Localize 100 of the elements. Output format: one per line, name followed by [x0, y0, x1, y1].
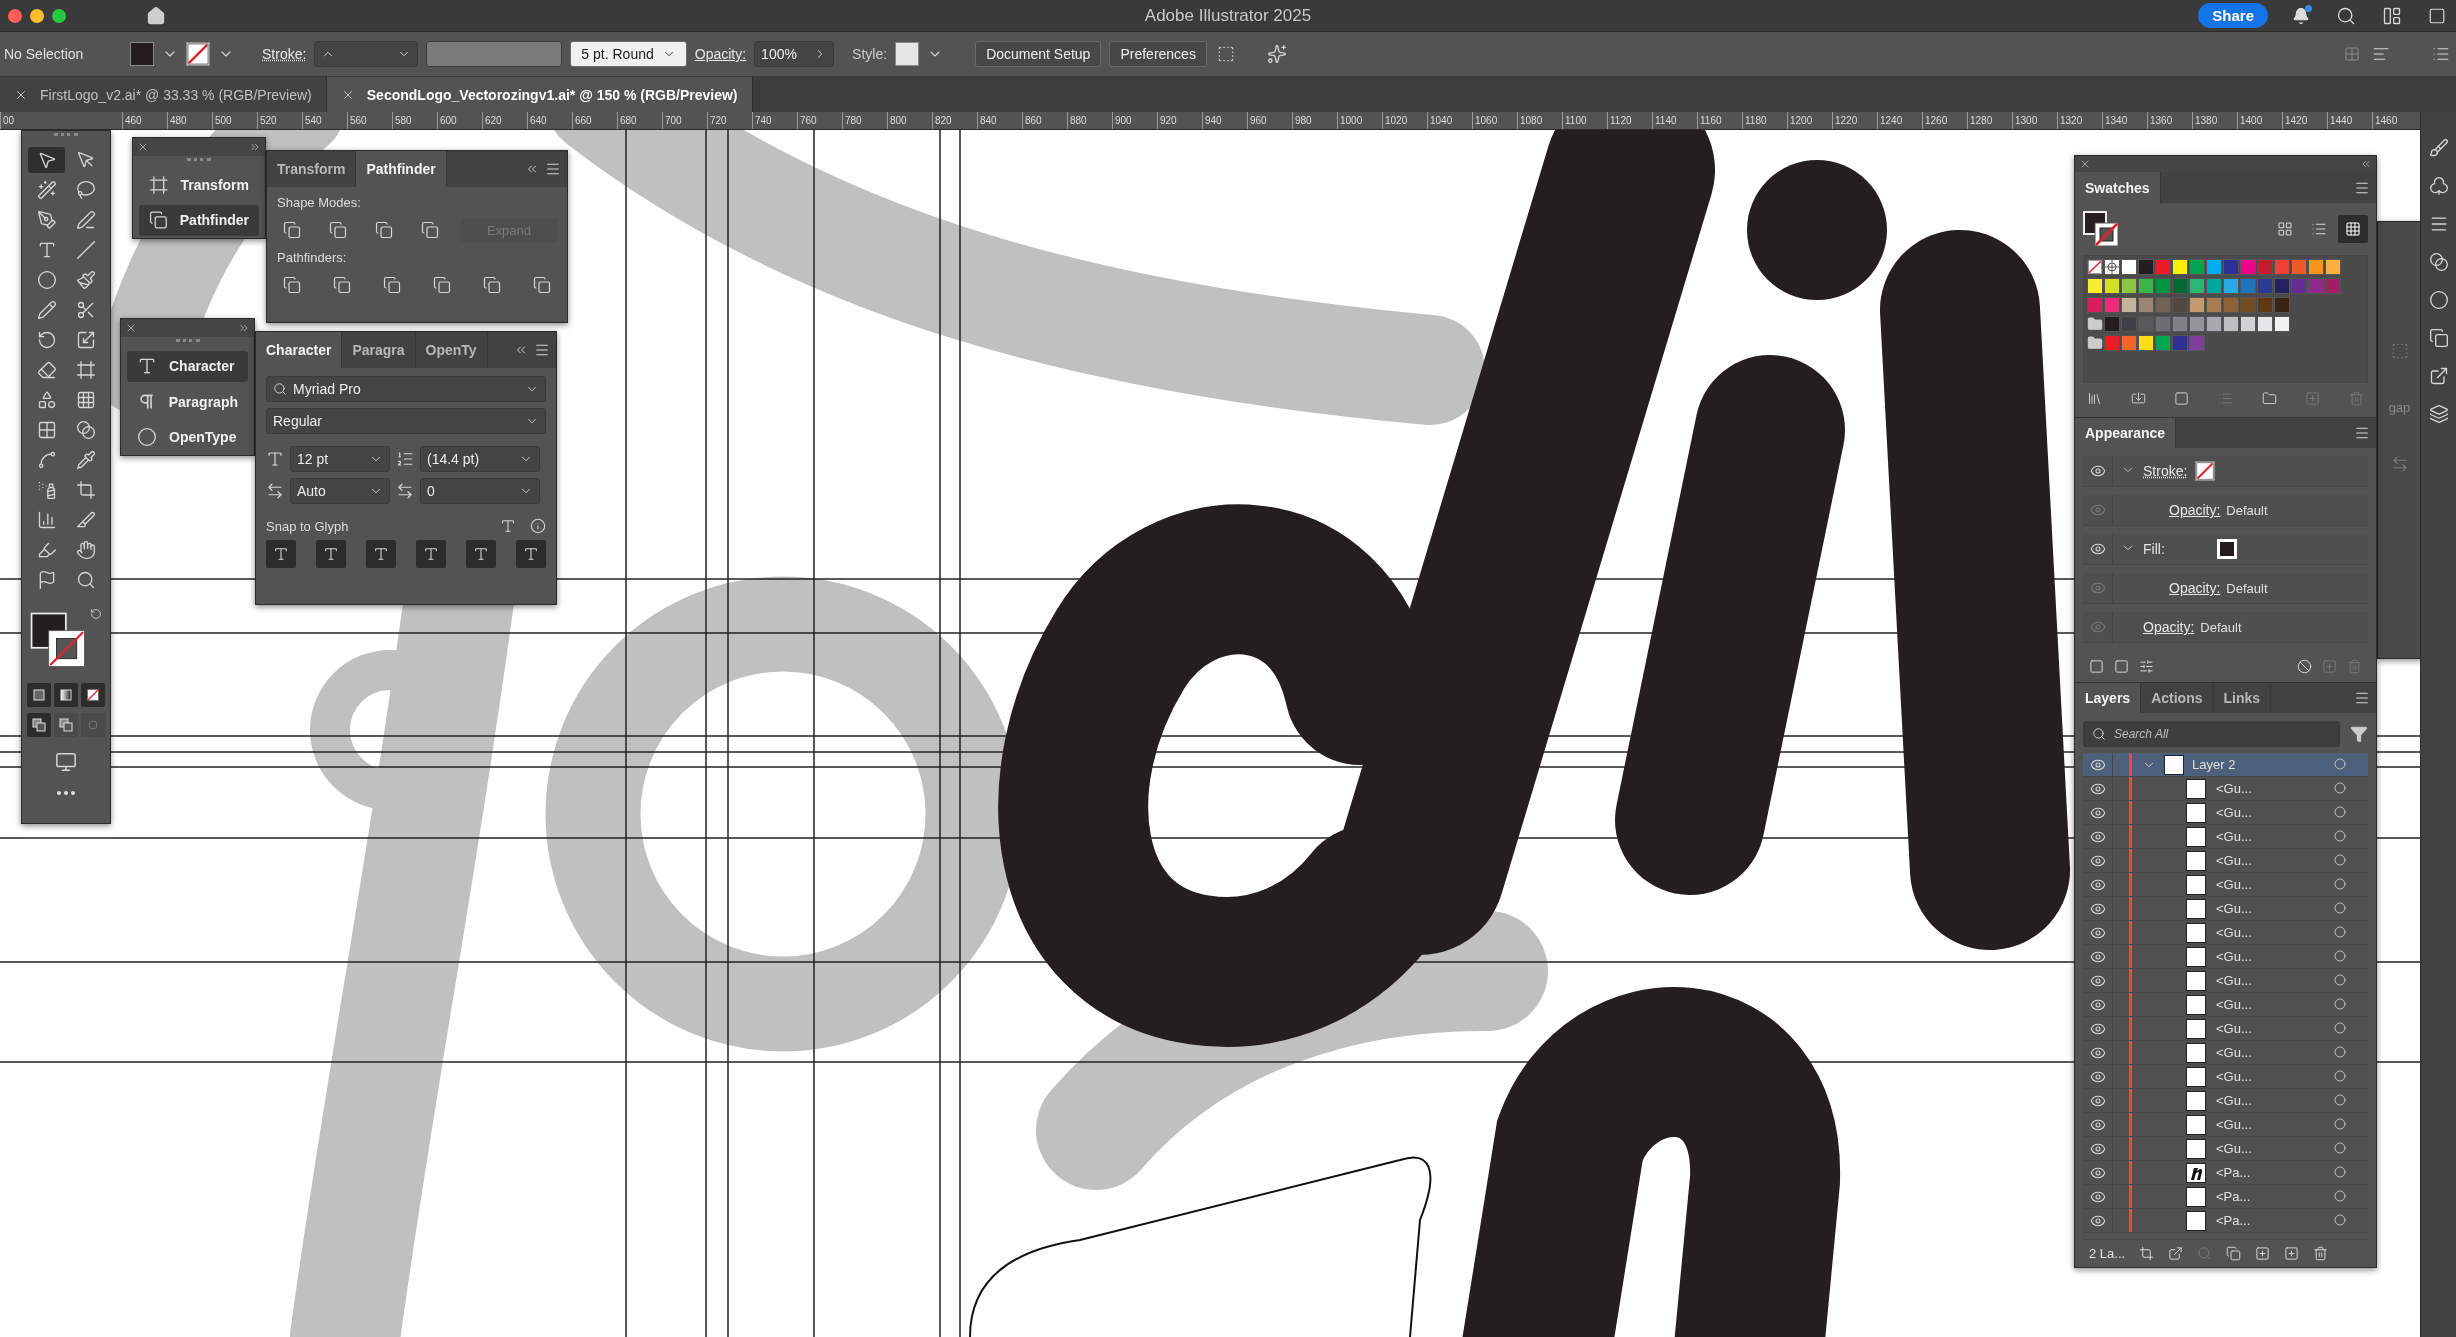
- selection-status: No Selection: [4, 46, 85, 62]
- tracking-field[interactable]: 0: [420, 478, 540, 504]
- ruler-label: 460: [122, 112, 167, 129]
- panel-dock-item[interactable]: Paragraph: [127, 386, 248, 418]
- layer-item-row[interactable]: <Gu...: [2083, 1137, 2368, 1161]
- toolbar-button[interactable]: Preferences: [1109, 41, 1207, 67]
- layer-item-row[interactable]: <Gu...: [2083, 921, 2368, 945]
- ruler-label: 1080: [1517, 112, 1562, 129]
- kerning-field[interactable]: Auto: [290, 478, 390, 504]
- ruler-label: 480: [167, 112, 212, 129]
- opacity-label[interactable]: Opacity:: [694, 46, 747, 62]
- layer-count: 2 La...: [2089, 1246, 2126, 1261]
- document-tab[interactable]: FirstLogo_v2.ai* @ 33.33 % (RGB/Preview): [0, 77, 327, 112]
- opacity-label[interactable]: Opacity:: [2143, 619, 2195, 636]
- layer-name: Layer 2: [2192, 757, 2236, 772]
- stroke-label[interactable]: Stroke:: [262, 46, 307, 62]
- layer-item-row[interactable]: <Gu...: [2083, 969, 2368, 993]
- document-tab-label: SecondLogo_Vectorozingv1.ai* @ 150 % (RGB/Preview): [366, 86, 738, 103]
- layer-item-name: <Pa...: [2216, 1165, 2251, 1180]
- ruler-label: 900: [1112, 112, 1157, 129]
- layer-item-name: <Gu...: [2216, 973, 2252, 988]
- ruler-label: 1300: [2012, 112, 2057, 129]
- leading-field[interactable]: (14.4 pt): [420, 446, 540, 472]
- panel-dock-item[interactable]: Pathfinder: [139, 204, 259, 236]
- layer-item-row[interactable]: <Gu...: [2083, 1113, 2368, 1137]
- ruler-label: 940: [1202, 112, 1247, 129]
- layer-item-name: <Gu...: [2216, 1141, 2252, 1156]
- opacity-label[interactable]: Opacity:: [2169, 502, 2221, 519]
- ruler-label: 1200: [1787, 112, 1832, 129]
- panel-tab[interactable]: Pathfinder: [356, 151, 447, 187]
- layer-item-row[interactable]: <Pa...: [2083, 1161, 2368, 1185]
- search-input[interactable]: Search All: [2112, 726, 2331, 742]
- ruler-label: 1100: [1562, 112, 1607, 129]
- layer-item-row[interactable]: <Gu...: [2083, 1089, 2368, 1113]
- share-button[interactable]: Share: [2198, 3, 2268, 28]
- layer-item-row[interactable]: <Gu...: [2083, 825, 2368, 849]
- opacity-field[interactable]: 100%: [754, 41, 835, 67]
- layer-item-row[interactable]: <Gu...: [2083, 777, 2368, 801]
- panel-title[interactable]: Swatches: [2075, 172, 2161, 204]
- ruler-label: 600: [437, 112, 482, 129]
- ruler-label: 00: [0, 112, 122, 129]
- ruler-label: 1060: [1472, 112, 1517, 129]
- ruler-label: 660: [572, 112, 617, 129]
- ruler-label: 580: [392, 112, 437, 129]
- layer-item-row[interactable]: <Gu...: [2083, 993, 2368, 1017]
- layer-item-row[interactable]: <Gu...: [2083, 897, 2368, 921]
- font-style-field[interactable]: Regular: [266, 408, 546, 434]
- ruler-label: 500: [212, 112, 257, 129]
- ruler-label: 880: [1067, 112, 1112, 129]
- panel-dock-item[interactable]: OpenType: [127, 421, 248, 454]
- search-field[interactable]: Search All: [2083, 721, 2340, 747]
- ruler-label: 1320: [2057, 112, 2102, 129]
- ruler-label: 1140: [1652, 112, 1697, 129]
- layer-item-name: <Pa...: [2216, 1213, 2251, 1228]
- ruler-label: 1380: [2192, 112, 2237, 129]
- opacity-label[interactable]: Opacity:: [2169, 580, 2221, 597]
- ruler-label: 1180: [1742, 112, 1787, 129]
- panel-dock-item[interactable]: Character: [127, 350, 248, 383]
- layer-item-row[interactable]: <Gu...: [2083, 945, 2368, 969]
- layer-item-row[interactable]: <Pa...: [2083, 1185, 2368, 1209]
- ruler-label: 1340: [2102, 112, 2147, 129]
- layer-item-row[interactable]: <Pa...: [2083, 1209, 2368, 1233]
- layer-item-row[interactable]: <Gu...: [2083, 1017, 2368, 1041]
- font-size-field[interactable]: 12 pt: [290, 446, 390, 472]
- document-tab[interactable]: SecondLogo_Vectorozingv1.ai* @ 150 % (RGB/Preview): [326, 77, 753, 112]
- layer-item-row[interactable]: <Gu...: [2083, 801, 2368, 825]
- hint-text: gap: [2388, 400, 2411, 415]
- ruler-label: 1120: [1607, 112, 1652, 129]
- layer-item-name: <Gu...: [2216, 853, 2252, 868]
- layer-item-row[interactable]: <Gu...: [2083, 849, 2368, 873]
- document-tab-label: FirstLogo_v2.ai* @ 33.33 % (RGB/Preview): [40, 86, 312, 103]
- stroke-label[interactable]: Stroke:: [2143, 463, 2188, 480]
- fill-label: Fill:: [2143, 541, 2166, 558]
- panel-tab[interactable]: Layers: [2075, 683, 2142, 713]
- snap-to-glyph-label: Snap to Glyph: [266, 518, 349, 534]
- layer-item-row[interactable]: <Gu...: [2083, 873, 2368, 897]
- ruler-label: 540: [302, 112, 347, 129]
- layer-row[interactable]: Layer 2: [2083, 753, 2368, 777]
- section-label: Pathfinders:: [277, 250, 348, 265]
- layer-item-name: <Gu...: [2216, 901, 2252, 916]
- layer-item-row[interactable]: <Gu...: [2083, 1065, 2368, 1089]
- panel-dock-item[interactable]: Transform: [139, 169, 259, 201]
- toolbar-button[interactable]: Document Setup: [975, 41, 1102, 67]
- ruler-label: 1260: [1922, 112, 1967, 129]
- brush-dropdown[interactable]: 5 pt. Round: [570, 41, 687, 67]
- ruler-label: 1460: [2372, 112, 2417, 129]
- panel-title[interactable]: Appearance: [2075, 418, 2177, 449]
- layer-item-row[interactable]: <Gu...: [2083, 1041, 2368, 1065]
- ruler-label: 1220: [1832, 112, 1877, 129]
- ruler-label: 620: [482, 112, 527, 129]
- panel-tab[interactable]: Character: [256, 332, 343, 368]
- layer-item-name: <Gu...: [2216, 1021, 2252, 1036]
- style-label: Style:: [852, 46, 888, 62]
- ruler-label: 1020: [1382, 112, 1427, 129]
- window-title: Adobe Illustrator 2025: [1144, 5, 1312, 26]
- opacity-value: Default: [2200, 619, 2242, 635]
- ruler-label: 840: [977, 112, 1022, 129]
- font-family-field[interactable]: Myriad Pro: [266, 376, 546, 402]
- ruler-label: 920: [1157, 112, 1202, 129]
- layer-item-name: <Gu...: [2216, 997, 2252, 1012]
